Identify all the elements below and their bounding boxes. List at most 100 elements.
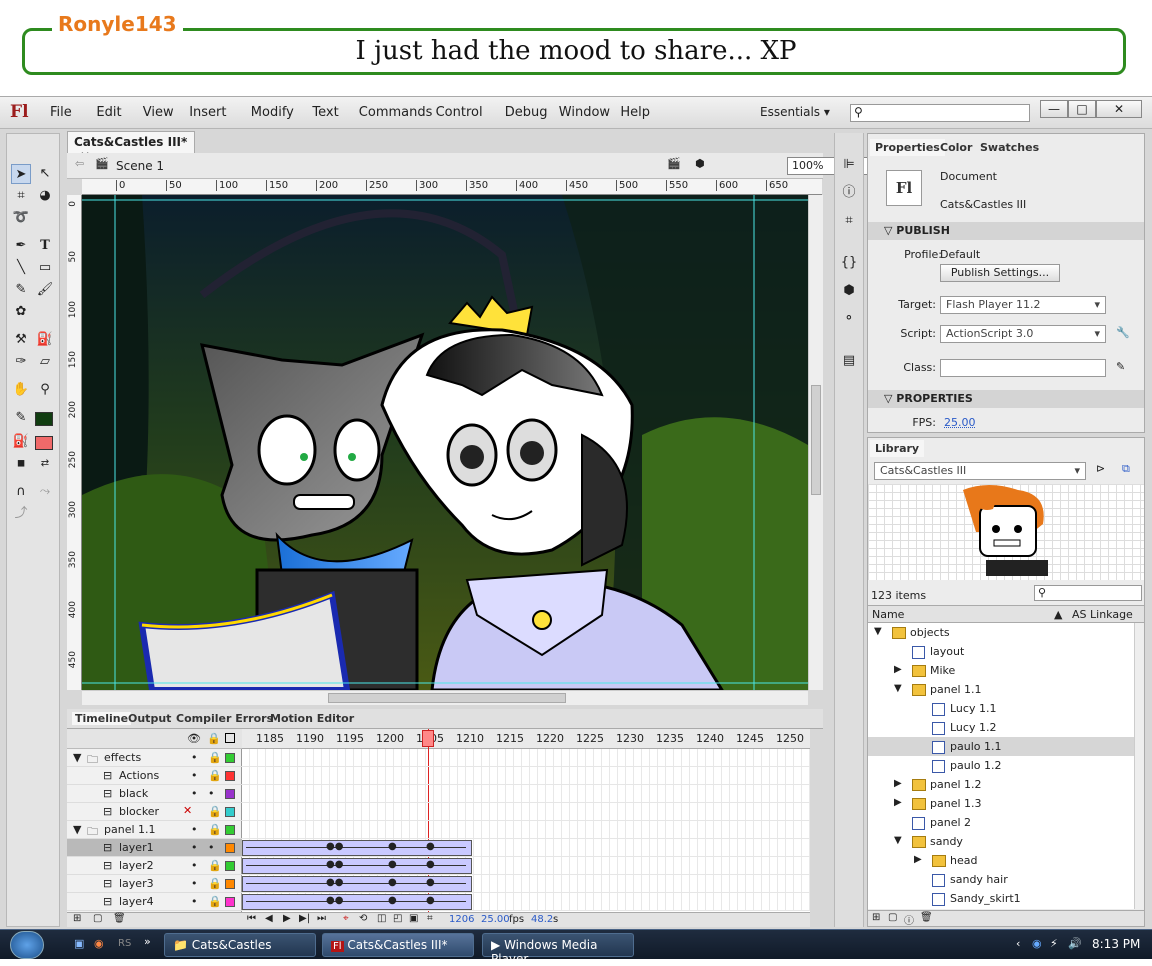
chevron-down-icon[interactable]: ▼ <box>73 751 81 764</box>
tab-timeline[interactable]: Timeline <box>72 712 132 725</box>
menu-edit[interactable]: Edit <box>96 105 121 120</box>
edit-multiple-icon[interactable]: ▣ <box>409 913 418 924</box>
fps-value[interactable]: 25.00 <box>944 416 976 429</box>
frame-row[interactable]: ●● ● ● <box>242 893 810 911</box>
stage-vertical-scrollbar[interactable] <box>808 195 823 690</box>
target-select[interactable]: Flash Player 11.2 ▾ <box>940 296 1106 314</box>
selection-tool-icon[interactable]: ➤ <box>11 164 31 184</box>
keyframe-dot[interactable]: ●● <box>326 841 343 852</box>
layer-color-swatch[interactable] <box>225 843 235 853</box>
frame-row[interactable] <box>242 821 810 839</box>
library-item[interactable]: ▼ sandy <box>868 832 1134 851</box>
step-forward-icon[interactable]: ▶| <box>299 913 310 924</box>
tab-output[interactable]: Output <box>128 712 171 725</box>
library-item[interactable]: ▶ head <box>868 851 1134 870</box>
keyframe-dot[interactable]: ●● <box>326 859 343 870</box>
onion-outline-icon[interactable]: ◰ <box>393 913 402 924</box>
timeline-frames[interactable]: 1185119011951200120512101215122012251230… <box>242 729 810 912</box>
markers-icon[interactable]: ⌗ <box>427 913 433 924</box>
wrench-icon[interactable]: 🔧 <box>1116 326 1130 339</box>
class-input[interactable] <box>940 359 1106 377</box>
frame-row[interactable] <box>242 767 810 785</box>
layer-color-swatch[interactable] <box>225 897 235 907</box>
smooth-icon[interactable]: ⤳ <box>35 482 55 502</box>
taskbar-media-player[interactable]: ▶ Windows Media Player <box>482 933 634 966</box>
frame-row[interactable] <box>242 785 810 803</box>
layer-name[interactable]: blocker <box>119 805 159 818</box>
library-item[interactable]: ▶ panel 1.3 <box>868 794 1134 813</box>
visible-dot-icon[interactable]: • <box>191 841 198 854</box>
fill-color-swatch[interactable] <box>35 436 53 450</box>
library-item[interactable]: Sandy_skirt1 <box>868 889 1134 908</box>
properties-icon[interactable]: ⓘ <box>904 912 914 927</box>
black-white-icon[interactable]: ◼ <box>11 454 31 474</box>
motion-tween-span[interactable] <box>242 840 472 856</box>
frame-row[interactable] <box>242 803 810 821</box>
keyframe-dot[interactable]: ● <box>426 877 435 888</box>
motion-presets-icon[interactable]: ⚬ <box>839 309 859 329</box>
taskbar-folder[interactable]: 📁 Cats&Castles <box>164 933 316 957</box>
keyframe-dot[interactable]: ● <box>388 841 397 852</box>
subselection-tool-icon[interactable]: ↖ <box>35 164 55 184</box>
layer-name[interactable]: effects <box>104 751 141 764</box>
3d-rotation-icon[interactable]: ◕ <box>35 186 55 206</box>
menu-commands[interactable]: Commands <box>359 105 433 120</box>
step-back-icon[interactable]: ◀ <box>265 913 273 924</box>
hand-tool-icon[interactable]: ✋ <box>11 380 31 400</box>
volume-icon[interactable]: 🔊 <box>1068 937 1082 950</box>
stage-horizontal-scrollbar[interactable] <box>82 690 808 705</box>
lasso-tool-icon[interactable]: ➰ <box>11 208 31 228</box>
tab-library[interactable]: Library <box>870 440 925 457</box>
layer-color-swatch[interactable] <box>225 825 235 835</box>
script-select[interactable]: ActionScript 3.0 ▾ <box>940 325 1106 343</box>
swap-colors-icon[interactable]: ⇄ <box>35 454 55 474</box>
layer-row[interactable]: ⊟ layer3 • 🔒 <box>67 875 242 893</box>
pin-library-icon[interactable]: ⊳ <box>1096 462 1105 475</box>
maximize-button[interactable]: □ <box>1068 100 1096 118</box>
workspace-switcher[interactable]: Essentials ▾ <box>760 105 830 119</box>
lock-icon[interactable]: • <box>208 841 215 854</box>
layer-name[interactable]: layer1 <box>119 841 154 854</box>
tab-color[interactable]: Color <box>935 139 977 156</box>
frame-row[interactable]: ●● ● ● <box>242 857 810 875</box>
keyframe-dot[interactable]: ● <box>426 859 435 870</box>
lock-icon[interactable]: 🔒 <box>208 823 222 836</box>
name-column-header[interactable]: Name <box>872 608 904 621</box>
keyframe-dot[interactable]: ● <box>388 859 397 870</box>
show-desktop-icon[interactable]: ▣ <box>74 937 84 950</box>
align-panel-icon[interactable]: ⊫ <box>839 155 859 175</box>
menu-control[interactable]: Control <box>436 105 483 120</box>
layer-row[interactable]: ⊟ layer2 • 🔒 <box>67 857 242 875</box>
visible-dot-icon[interactable]: • <box>191 823 198 836</box>
layer-row[interactable]: ⊟ blocker ✕ 🔒 <box>67 803 242 821</box>
paint-bucket-icon[interactable]: ⛽ <box>35 330 55 350</box>
layer-name[interactable]: layer2 <box>119 859 154 872</box>
pen-tool-icon[interactable]: ✒ <box>11 236 31 256</box>
library-item[interactable]: paulo 1.1 <box>868 737 1134 756</box>
play-icon[interactable]: ▶ <box>283 913 291 924</box>
free-transform-icon[interactable]: ⌗ <box>11 186 31 206</box>
pencil-icon[interactable]: ✎ <box>1116 360 1125 373</box>
delete-layer-icon[interactable]: 🗑 <box>113 913 126 924</box>
motion-tween-span[interactable] <box>242 876 472 892</box>
library-item[interactable]: ▶ panel 1.2 <box>868 775 1134 794</box>
close-button[interactable]: ✕ <box>1096 100 1142 118</box>
frame-ruler[interactable]: 1185119011951200120512101215122012251230… <box>242 729 810 749</box>
motion-tween-span[interactable] <box>242 894 472 910</box>
layer-row[interactable]: ⊟ layer1 • • <box>67 839 242 857</box>
chevron-right-icon[interactable]: ▶ <box>894 797 902 808</box>
library-item[interactable]: ▼ objects <box>868 623 1134 642</box>
library-item[interactable]: paulo 1.2 <box>868 756 1134 775</box>
library-item[interactable]: Lucy 1.2 <box>868 718 1134 737</box>
layer-row[interactable]: ⊟ layer4 • 🔒 <box>67 893 242 911</box>
tray-arrow-icon[interactable]: ‹ <box>1016 937 1020 950</box>
clock[interactable]: 8:13 PM <box>1092 937 1140 951</box>
text-tool-icon[interactable]: T <box>35 236 55 256</box>
menu-view[interactable]: View <box>143 105 174 120</box>
menu-debug[interactable]: Debug <box>505 105 548 120</box>
library-item[interactable]: Lucy 1.1 <box>868 699 1134 718</box>
stroke-color-icon[interactable]: ✎ <box>11 408 31 428</box>
straighten-icon[interactable]: ⤴ <box>11 504 31 524</box>
fill-color-icon[interactable]: ⛽ <box>11 432 31 452</box>
edit-symbols-icon[interactable]: ⬢ <box>695 157 705 170</box>
